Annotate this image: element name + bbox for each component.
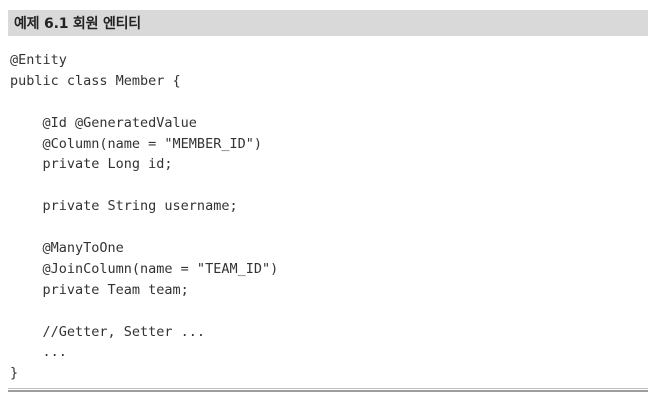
code-line: private Team team;	[10, 281, 189, 298]
example-caption-bar: 예제 6.1 회원 엔티티	[8, 10, 648, 36]
code-line: @Id @GeneratedValue	[10, 114, 197, 131]
code-line: private Long id;	[10, 156, 173, 173]
bottom-divider-thin	[8, 388, 648, 389]
code-line: //Getter, Setter ...	[10, 323, 206, 340]
bottom-divider	[8, 390, 648, 392]
code-example-box: 예제 6.1 회원 엔티티 @Entity public class Member…	[8, 10, 648, 392]
code-line: @Entity	[10, 52, 67, 68]
code-line: public class Member {	[10, 72, 181, 89]
example-caption: 예제 6.1 회원 엔티티	[14, 16, 141, 32]
code-line: @ManyToOne	[10, 240, 124, 257]
code-line: @Column(name = "MEMBER_ID")	[10, 135, 262, 152]
code-line: ...	[10, 344, 67, 361]
code-line: private String username;	[10, 198, 238, 215]
code-listing: @Entity public class Member { @Id @Genera…	[10, 50, 278, 384]
code-line: @JoinColumn(name = "TEAM_ID")	[10, 260, 279, 277]
code-line: }	[10, 365, 19, 382]
